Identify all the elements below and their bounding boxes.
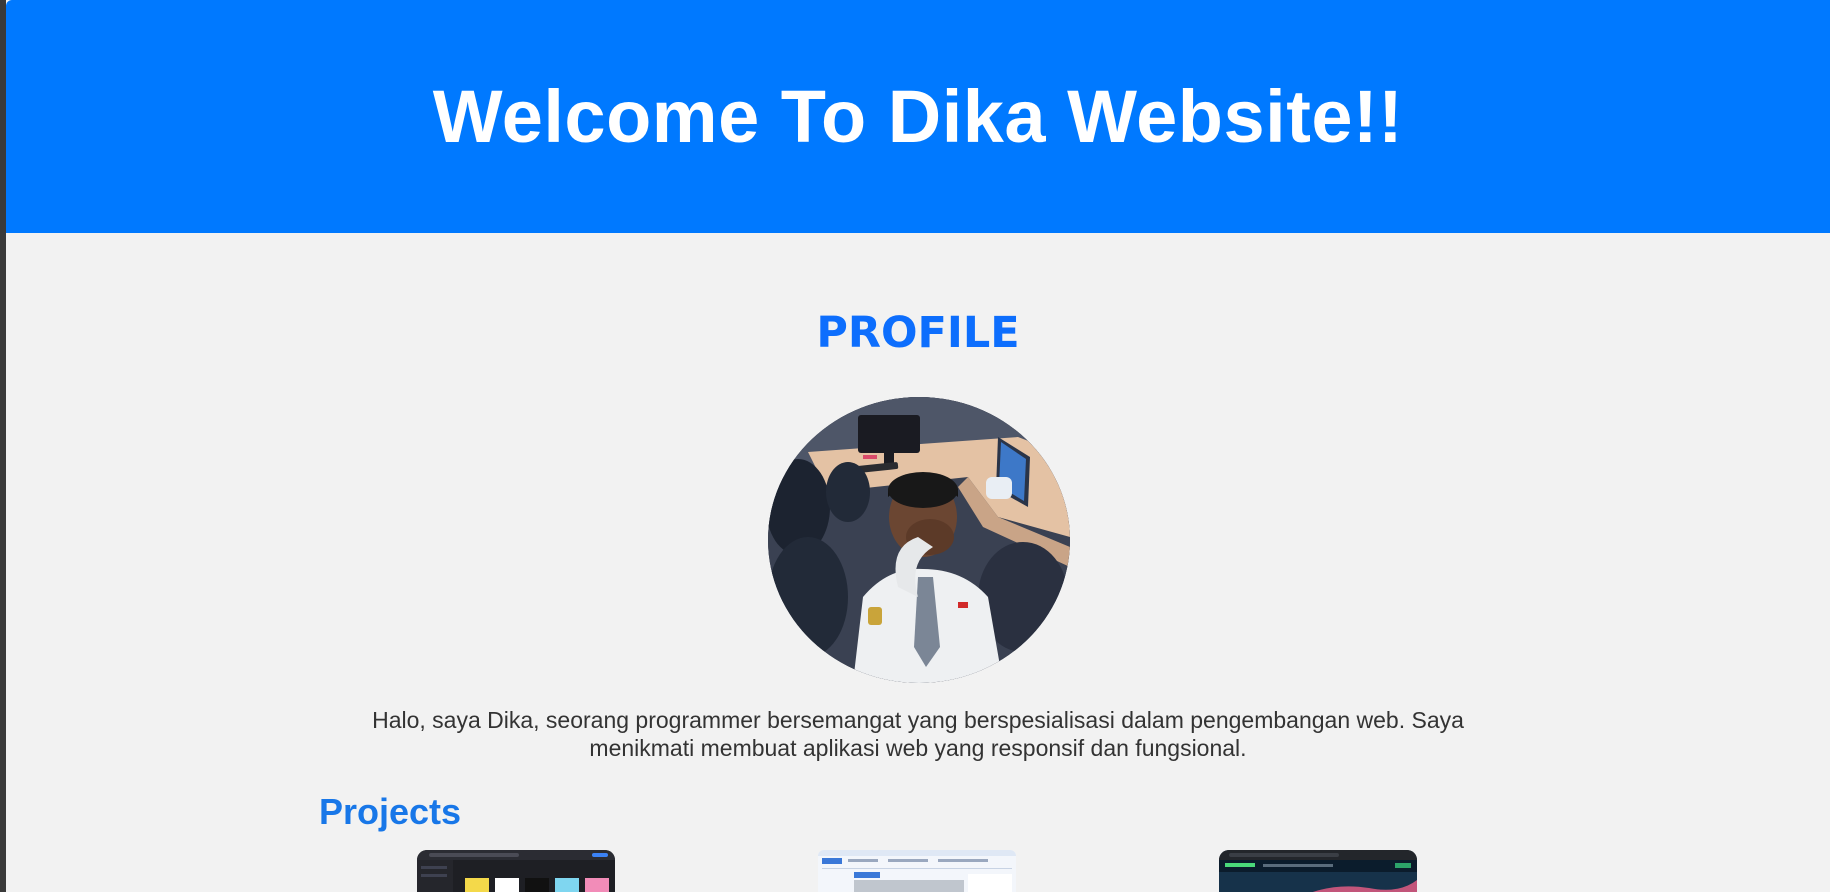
project-2-screenshot [818, 850, 1016, 892]
project-3-screenshot [1219, 850, 1417, 892]
profile-photo [768, 397, 1070, 683]
site-title: Welcome To Dika Website!! [432, 75, 1404, 158]
site-header: Welcome To Dika Website!! [6, 0, 1830, 233]
project-1-screenshot [417, 850, 615, 892]
project-card-2[interactable] [818, 850, 1016, 892]
project-card-1[interactable] [417, 850, 615, 892]
profile-heading: PROFILE [816, 308, 1020, 358]
project-card-3[interactable] [1219, 850, 1417, 892]
projects-heading: Projects [319, 791, 462, 832]
page-viewport: Welcome To Dika Website!! PROFILE Halo, … [6, 0, 1830, 892]
profile-bio: Halo, saya Dika, seorang programmer bers… [372, 707, 1464, 761]
